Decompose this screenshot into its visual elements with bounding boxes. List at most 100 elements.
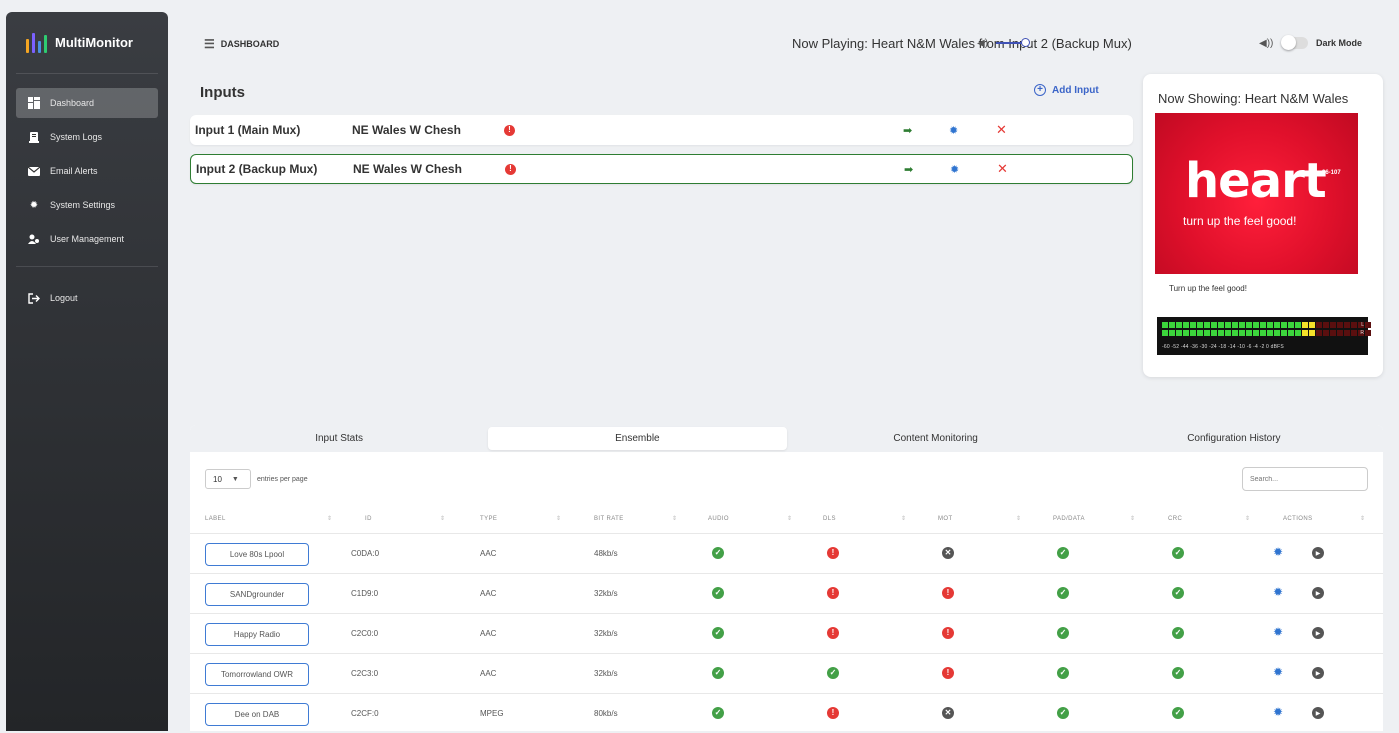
column-header-dls[interactable]: DLS bbox=[823, 516, 836, 522]
meter-segment bbox=[1239, 330, 1245, 336]
dashboard-icon bbox=[28, 97, 40, 109]
meter-left-label: L bbox=[1361, 322, 1364, 328]
input-row-2[interactable]: Input 2 (Backup Mux) NE Wales W Chesh ! … bbox=[190, 154, 1133, 184]
slide-frequency: 96-107 bbox=[1322, 170, 1341, 176]
play-icon[interactable]: ▶ bbox=[1312, 667, 1324, 679]
service-id: C0DA:0 bbox=[351, 549, 380, 558]
service-label-button[interactable]: Tomorrowland OWR bbox=[205, 663, 309, 686]
ok-check-icon: ✓ bbox=[1172, 667, 1184, 679]
column-header-mot[interactable]: MOT bbox=[938, 516, 953, 522]
delete-input-icon[interactable]: ✕ bbox=[996, 122, 1007, 138]
dark-mode-label: Dark Mode bbox=[1316, 38, 1363, 48]
switch-to-input-arrow-icon[interactable]: ➡ bbox=[903, 124, 912, 137]
service-settings-gear-icon[interactable]: ✹ bbox=[1273, 665, 1283, 679]
service-settings-gear-icon[interactable]: ✹ bbox=[1273, 585, 1283, 599]
column-header-audio[interactable]: AUDIO bbox=[708, 516, 729, 522]
sort-icon[interactable]: ⇕ bbox=[556, 515, 561, 522]
service-settings-gear-icon[interactable]: ✹ bbox=[1273, 545, 1283, 559]
meter-segment bbox=[1330, 322, 1336, 328]
add-input-button[interactable]: + Add Input bbox=[1034, 84, 1099, 96]
brand[interactable]: MultiMonitor bbox=[16, 12, 158, 74]
volume-slider-knob[interactable] bbox=[1021, 38, 1030, 47]
input-settings-gear-icon[interactable]: ✹ bbox=[950, 163, 959, 176]
meter-segment bbox=[1337, 330, 1343, 336]
meter-segment bbox=[1288, 322, 1294, 328]
sidebar-item-system-logs[interactable]: System Logs bbox=[16, 122, 158, 152]
column-header-id[interactable]: ID bbox=[365, 516, 372, 522]
sidebar-nav: Dashboard System Logs Email Alerts ✹ Sys… bbox=[6, 88, 168, 313]
inputs-title: Inputs bbox=[200, 84, 245, 101]
tab-configuration-history[interactable]: Configuration History bbox=[1085, 425, 1383, 452]
sidebar-item-label: System Logs bbox=[50, 132, 103, 142]
service-bitrate: 80kb/s bbox=[594, 709, 618, 718]
meter-segment bbox=[1323, 322, 1329, 328]
service-type: MPEG bbox=[480, 709, 504, 718]
delete-input-icon[interactable]: ✕ bbox=[997, 161, 1008, 177]
sort-icon[interactable]: ⇕ bbox=[1245, 515, 1250, 522]
entries-select[interactable]: 10 ▼ bbox=[205, 469, 251, 489]
meter-segment bbox=[1337, 322, 1343, 328]
sidebar-item-email-alerts[interactable]: Email Alerts bbox=[16, 156, 158, 186]
service-settings-gear-icon[interactable]: ✹ bbox=[1273, 705, 1283, 719]
speaker-icon[interactable]: ◀)) bbox=[1259, 38, 1273, 49]
play-icon[interactable]: ▶ bbox=[1312, 547, 1324, 559]
tab-input-stats[interactable]: Input Stats bbox=[190, 425, 488, 452]
meter-scale: -60 -52 -44 -36 -30 -24 -18 -14 -10 -6 -… bbox=[1162, 344, 1284, 350]
sidebar-item-label: Email Alerts bbox=[50, 166, 98, 176]
sort-icon[interactable]: ⇕ bbox=[1016, 515, 1021, 522]
input-row-1[interactable]: Input 1 (Main Mux) NE Wales W Chesh ! ➡ … bbox=[190, 115, 1133, 145]
sort-icon[interactable]: ⇕ bbox=[787, 515, 792, 522]
service-settings-gear-icon[interactable]: ✹ bbox=[1273, 625, 1283, 639]
column-header-label[interactable]: LABEL bbox=[205, 516, 226, 522]
sort-icon[interactable]: ⇕ bbox=[1130, 515, 1135, 522]
service-label-button[interactable]: SANDgrounder bbox=[205, 583, 309, 606]
search-input[interactable] bbox=[1242, 467, 1368, 491]
dark-mode-toggle[interactable] bbox=[1281, 35, 1308, 50]
sort-icon[interactable]: ⇕ bbox=[901, 515, 906, 522]
sidebar-item-system-settings[interactable]: ✹ System Settings bbox=[16, 190, 158, 220]
service-bitrate: 32kb/s bbox=[594, 629, 618, 638]
error-icon: ! bbox=[505, 163, 516, 175]
meter-segment bbox=[1281, 322, 1287, 328]
sort-icon[interactable]: ⇕ bbox=[672, 515, 677, 522]
volume-slider[interactable] bbox=[996, 38, 1030, 47]
column-header-crc[interactable]: CRC bbox=[1168, 516, 1182, 522]
sort-icon[interactable]: ⇕ bbox=[1360, 515, 1365, 522]
menu-toggle-button[interactable]: ☰ DASHBOARD bbox=[204, 37, 279, 51]
ok-check-icon: ✓ bbox=[1057, 627, 1069, 639]
tab-content-monitoring[interactable]: Content Monitoring bbox=[787, 425, 1085, 452]
plus-circle-icon: + bbox=[1034, 84, 1046, 96]
multimonitor-logo-icon bbox=[26, 32, 47, 53]
service-label-button[interactable]: Love 80s Lpool bbox=[205, 543, 309, 566]
sort-icon[interactable]: ⇕ bbox=[440, 515, 445, 522]
ok-check-icon: ✓ bbox=[827, 667, 839, 679]
meter-segment bbox=[1267, 322, 1273, 328]
column-header-pad-data[interactable]: PAD/DATA bbox=[1053, 516, 1085, 522]
meter-segment bbox=[1190, 322, 1196, 328]
column-header-actions[interactable]: ACTIONS bbox=[1283, 516, 1312, 522]
input-settings-gear-icon[interactable]: ✹ bbox=[949, 124, 958, 137]
column-header-bitrate[interactable]: BIT RATE bbox=[594, 516, 624, 522]
service-label-button[interactable]: Happy Radio bbox=[205, 623, 309, 646]
sidebar-item-dashboard[interactable]: Dashboard bbox=[16, 88, 158, 118]
error-icon: ! bbox=[827, 587, 839, 599]
tab-ensemble[interactable]: Ensemble bbox=[488, 427, 787, 450]
volume-icon[interactable]: ◀) bbox=[977, 38, 988, 49]
column-header-type[interactable]: TYPE bbox=[480, 516, 497, 522]
sidebar-item-user-management[interactable]: User Management bbox=[16, 224, 158, 254]
meter-segment bbox=[1267, 330, 1273, 336]
logout-button[interactable]: Logout bbox=[16, 283, 158, 313]
meter-segment bbox=[1323, 330, 1329, 336]
play-icon[interactable]: ▶ bbox=[1312, 707, 1324, 719]
input-mux: NE Wales W Chesh bbox=[352, 123, 461, 137]
table-row: SANDgrounder C1D9:0 AAC 32kb/s ✓!! ✓ ✓ ✹ ▶ bbox=[190, 573, 1383, 613]
service-label-button[interactable]: Dee on DAB bbox=[205, 703, 309, 726]
meter-segment bbox=[1246, 330, 1252, 336]
switch-to-input-arrow-icon[interactable]: ➡ bbox=[904, 163, 913, 176]
sort-icon[interactable]: ⇕ bbox=[327, 515, 332, 522]
ok-check-icon: ✓ bbox=[1057, 587, 1069, 599]
play-icon[interactable]: ▶ bbox=[1312, 627, 1324, 639]
play-icon[interactable]: ▶ bbox=[1312, 587, 1324, 599]
meter-segment bbox=[1162, 322, 1168, 328]
top-bar: ☰ DASHBOARD Now Playing: Heart N&M Wales… bbox=[168, 12, 1399, 72]
